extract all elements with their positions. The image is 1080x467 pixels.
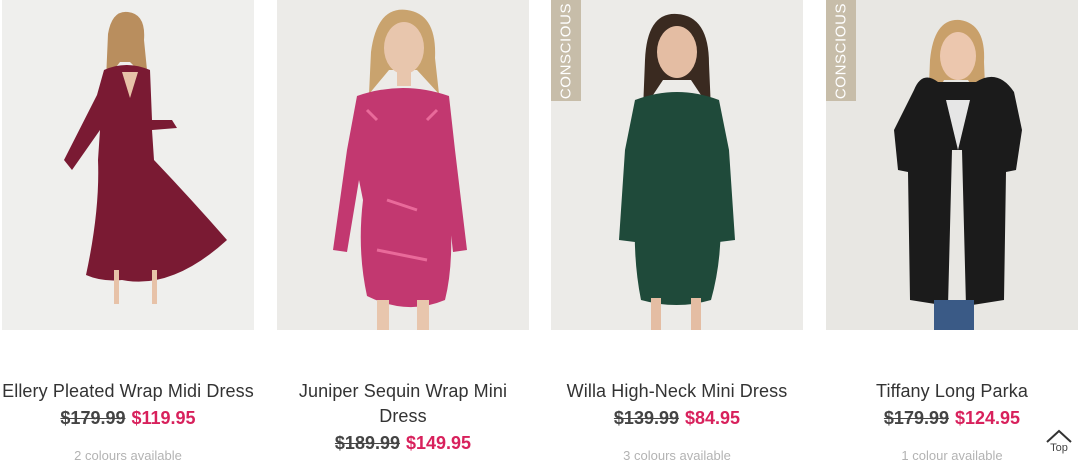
product-image[interactable] xyxy=(277,0,529,330)
colours-available[interactable]: 2 colours available xyxy=(2,448,254,463)
conscious-badge: CONSCIOUS xyxy=(826,0,856,101)
product-card-ellery[interactable]: Ellery Pleated Wrap Midi Dress $179.99 $1… xyxy=(2,0,254,467)
sale-price: $84.95 xyxy=(685,408,741,428)
price-row: $179.99 $119.95 xyxy=(2,408,254,429)
price-row: $179.99 $124.95 xyxy=(826,408,1078,429)
product-name[interactable]: Tiffany Long Parka xyxy=(826,379,1078,404)
back-to-top-label: Top xyxy=(1050,442,1068,454)
product-image[interactable]: CONSCIOUS xyxy=(826,0,1078,330)
product-image[interactable]: CONSCIOUS xyxy=(551,0,803,330)
original-price: $139.99 xyxy=(613,408,679,428)
sale-price: $149.95 xyxy=(406,433,472,453)
product-name[interactable]: Willa High-Neck Mini Dress xyxy=(551,379,803,404)
product-card-willa[interactable]: CONSCIOUS Willa High-Neck Mini Dress $13… xyxy=(551,0,803,467)
original-price: $179.99 xyxy=(883,408,949,428)
product-name[interactable]: Juniper Sequin Wrap Mini Dress xyxy=(289,379,517,429)
back-to-top-button[interactable]: Top xyxy=(1040,428,1078,466)
original-price: $179.99 xyxy=(60,408,126,428)
sale-price: $119.95 xyxy=(131,408,196,428)
colours-available[interactable]: 3 colours available xyxy=(551,448,803,463)
product-image[interactable] xyxy=(2,0,254,330)
price-row: $139.99 $84.95 xyxy=(551,408,803,429)
sale-price: $124.95 xyxy=(955,408,1021,428)
price-row: $189.99 $149.95 xyxy=(277,433,529,454)
conscious-badge: CONSCIOUS xyxy=(551,0,581,101)
product-card-tiffany[interactable]: CONSCIOUS Tiffany Long Parka $179.99 $124… xyxy=(826,0,1078,467)
original-price: $189.99 xyxy=(334,433,400,453)
product-name[interactable]: Ellery Pleated Wrap Midi Dress xyxy=(2,379,254,404)
product-card-juniper[interactable]: Juniper Sequin Wrap Mini Dress $189.99 $1… xyxy=(277,0,529,467)
product-grid: Ellery Pleated Wrap Midi Dress $179.99 $1… xyxy=(0,0,1080,467)
